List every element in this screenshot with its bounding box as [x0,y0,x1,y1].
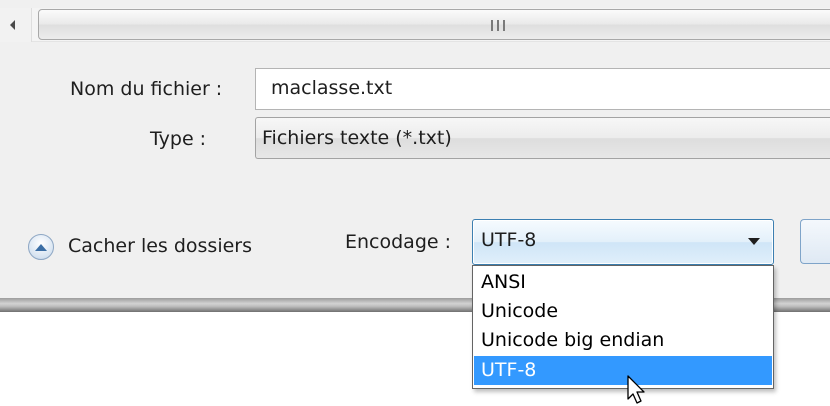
filetype-label: Type : [150,128,207,150]
horizontal-scrollbar[interactable] [0,8,830,42]
scroll-left-arrow-icon [10,20,15,30]
encoding-option-unicode-big-endian[interactable]: Unicode big endian [474,326,772,355]
save-button[interactable] [800,219,830,264]
filename-value: maclasse.txt [271,77,393,99]
encoding-combobox[interactable]: UTF-8 [472,219,774,265]
filetype-value: Fichiers texte (*.txt) [262,127,452,149]
filename-field[interactable]: maclasse.txt [255,68,830,110]
save-dialog: Nom du fichier : maclasse.txt Type : Fic… [0,0,830,300]
mouse-pointer-icon [627,375,645,404]
encoding-option-utf8[interactable]: UTF-8 [474,356,772,385]
encoding-selected-value: UTF-8 [481,229,537,251]
scrollbar-grip-icon [491,20,507,32]
scroll-left-button[interactable] [0,8,32,42]
encoding-option-unicode[interactable]: Unicode [474,297,772,326]
scrollbar-thumb[interactable] [38,9,830,40]
filename-label: Nom du fichier : [70,78,223,100]
filetype-select[interactable]: Fichiers texte (*.txt) [255,117,830,159]
hide-folders-link[interactable]: Cacher les dossiers [68,235,252,257]
encoding-option-ansi[interactable]: ANSI [474,268,772,297]
encoding-label: Encodage : [345,231,452,253]
chevron-up-circle-icon[interactable] [28,234,54,260]
encoding-dropdown-list[interactable]: ANSI Unicode Unicode big endian UTF-8 [472,265,774,389]
chevron-down-icon [748,238,760,245]
